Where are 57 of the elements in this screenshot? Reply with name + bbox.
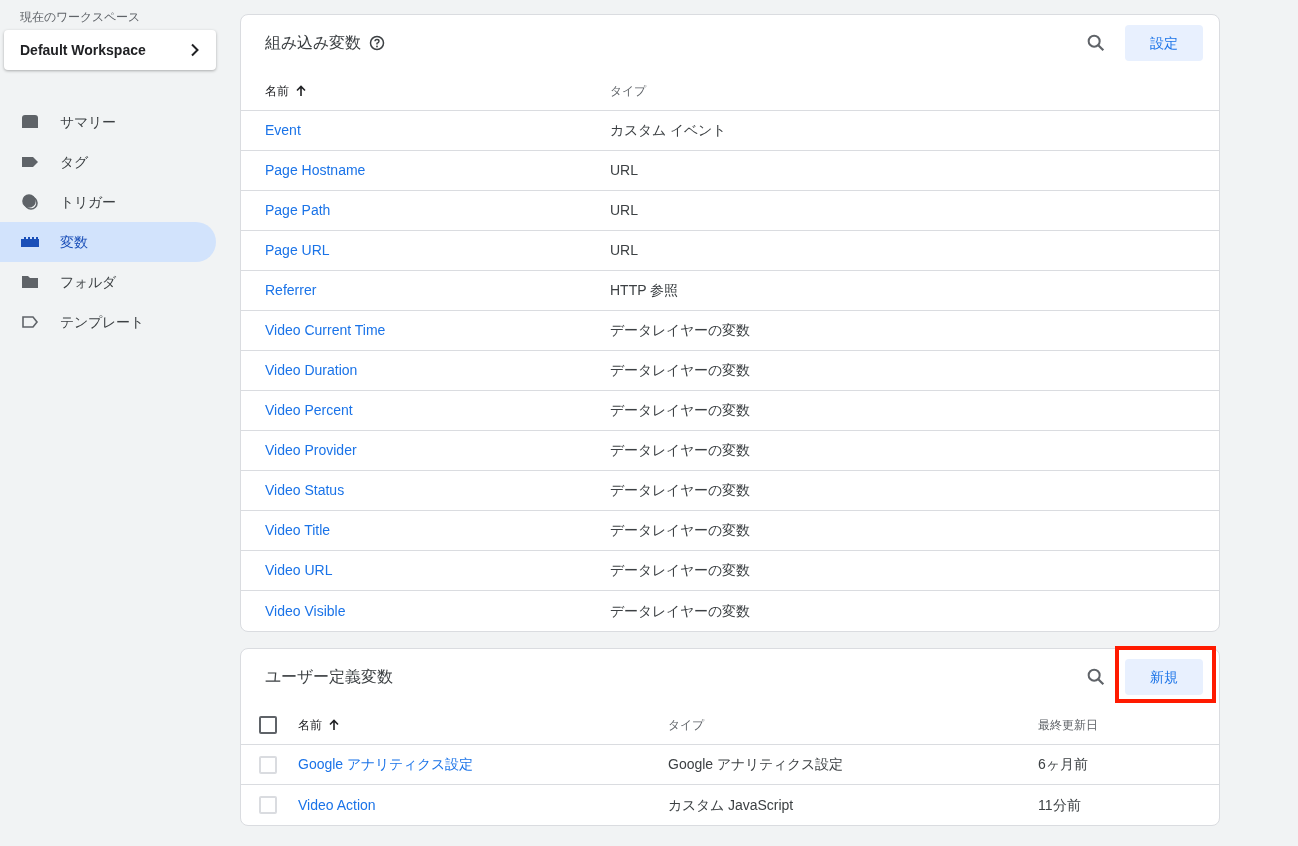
circles-icon: [20, 192, 40, 212]
nav-item[interactable]: サマリー: [0, 102, 216, 142]
workspace-label: 現在のワークスペース: [19, 10, 141, 24]
column-header[interactable]: 名前: [298, 715, 322, 734]
table-cell-text: データレイヤーの変数: [610, 561, 750, 580]
table-cell-text: 6ヶ月前: [1038, 755, 1088, 774]
column-header[interactable]: タイプ: [668, 715, 1038, 734]
table-cell-text: データレイヤーの変数: [610, 481, 750, 500]
settings-button[interactable]: 設定: [1125, 25, 1203, 61]
nav-item[interactable]: トリガー: [0, 182, 216, 222]
nav-item[interactable]: テンプレート: [0, 302, 216, 342]
variable-link[interactable]: Video Visible: [265, 602, 346, 619]
table-cell-text: 11分前: [1038, 795, 1081, 815]
checkbox[interactable]: [259, 715, 277, 734]
card-title: ユーザー定義変数: [265, 667, 393, 687]
table-cell-text: カスタム イベント: [610, 121, 726, 140]
sort-arrow-icon[interactable]: [328, 718, 340, 731]
column-header[interactable]: 最終更新日: [1038, 715, 1098, 734]
table-cell-text: データレイヤーの変数: [610, 601, 750, 621]
variable-link[interactable]: Page Path: [265, 202, 331, 218]
table-cell-text: Google アナリティクス設定: [668, 755, 845, 774]
variable-link[interactable]: Video Percent: [265, 402, 353, 418]
card-title: 組み込み変数: [265, 33, 361, 53]
variable-link[interactable]: Referrer: [265, 282, 317, 298]
variable-link[interactable]: Video Current Time: [265, 322, 386, 338]
variable-link[interactable]: Video Title: [265, 522, 331, 538]
variable-link[interactable]: Page URL: [265, 242, 330, 258]
new-button[interactable]: 新規: [1125, 659, 1203, 695]
variable-link[interactable]: Event: [265, 122, 301, 138]
table-cell-text: データレイヤーの変数: [610, 401, 750, 420]
table-cell-text: カスタム JavaScript: [668, 795, 795, 815]
chevron-right-icon: [190, 43, 200, 57]
column-header[interactable]: 名前: [265, 81, 289, 100]
variable-link[interactable]: Video Duration: [265, 362, 358, 378]
table-cell-text: HTTP 参照: [610, 281, 679, 300]
sort-arrow-icon[interactable]: [295, 84, 307, 97]
help-icon[interactable]: [369, 35, 385, 51]
search-icon[interactable]: [1085, 32, 1107, 54]
variable-link[interactable]: Google アナリティクス設定: [298, 756, 474, 772]
table-cell-text: データレイヤーの変数: [610, 521, 750, 540]
table-cell-text: データレイヤーの変数: [610, 361, 750, 380]
table-cell-text: データレイヤーの変数: [610, 321, 750, 340]
nav-item[interactable]: フォルダ: [0, 262, 216, 302]
nav-item[interactable]: 変数: [0, 222, 216, 262]
nav-item[interactable]: タグ: [0, 142, 216, 182]
table-cell-text: データレイヤーの変数: [610, 441, 750, 460]
variable-link[interactable]: Page Hostname: [265, 162, 366, 178]
search-icon[interactable]: [1085, 666, 1107, 688]
table-cell-text: URL: [610, 161, 638, 180]
column-header[interactable]: タイプ: [610, 81, 646, 100]
variable-link[interactable]: Video Status: [265, 482, 345, 498]
variable-link[interactable]: Video Action: [298, 796, 376, 813]
table-cell-text: URL: [610, 201, 638, 220]
variable-link[interactable]: Video URL: [265, 562, 333, 578]
workspace-selector[interactable]: Default Workspace: [4, 30, 216, 70]
variable-link[interactable]: Video Provider: [265, 442, 357, 458]
table-cell-text: URL: [610, 241, 638, 260]
